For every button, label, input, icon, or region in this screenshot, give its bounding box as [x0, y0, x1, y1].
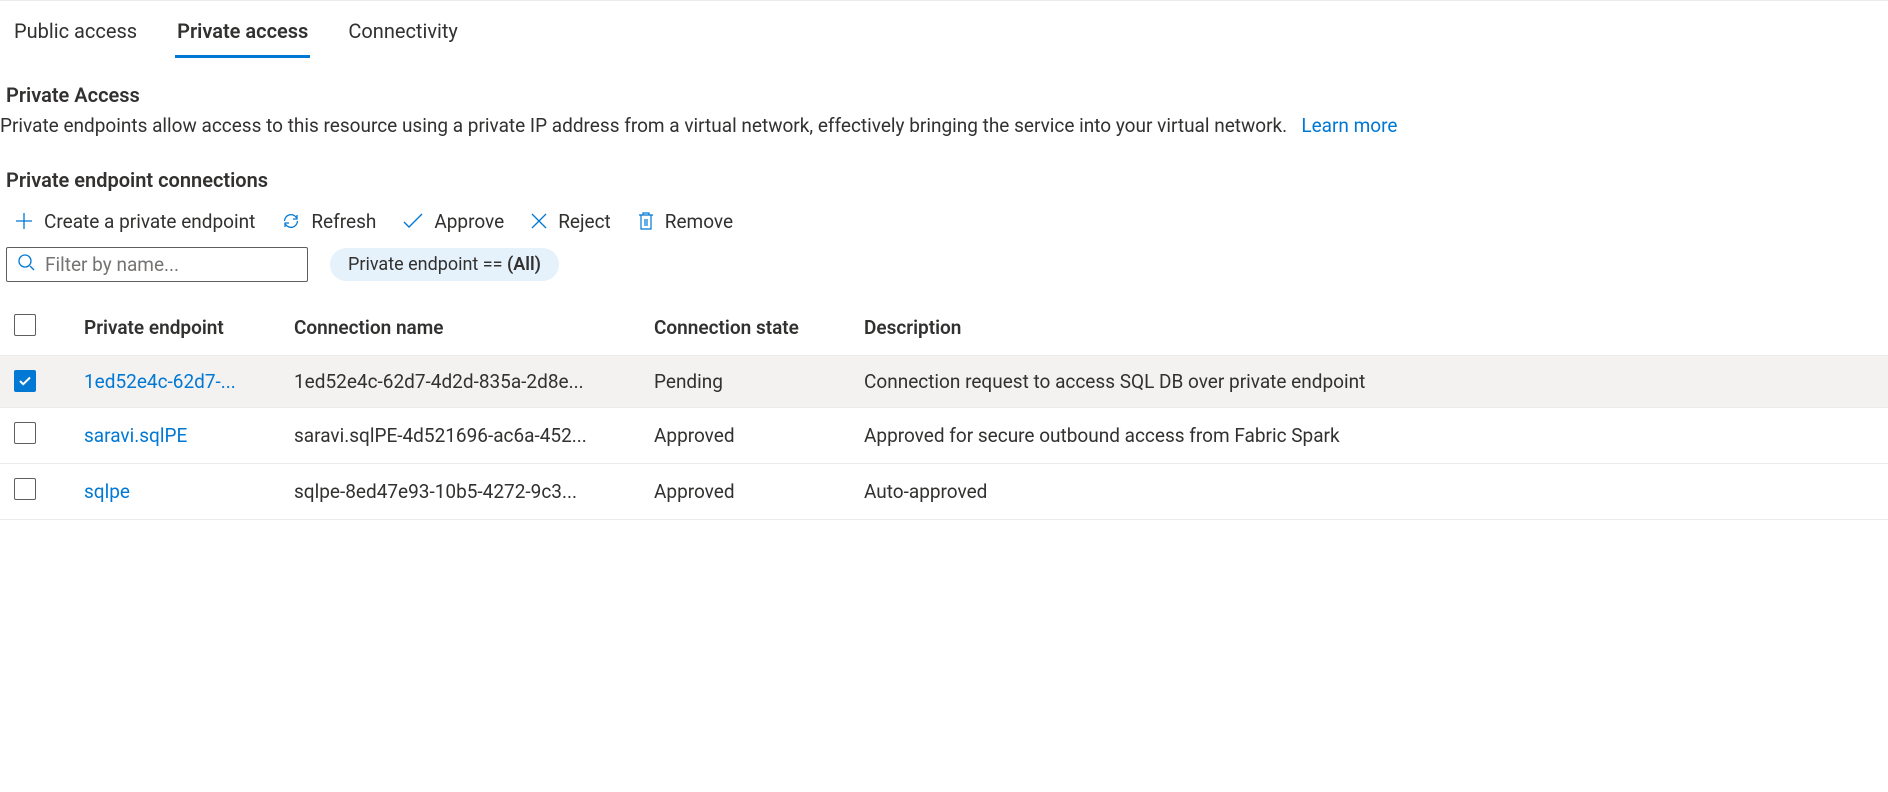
- row-checkbox[interactable]: [14, 370, 36, 392]
- connection-state-cell: Pending: [640, 355, 850, 407]
- remove-button[interactable]: Remove: [637, 210, 733, 233]
- select-all-checkbox[interactable]: [14, 314, 36, 336]
- connection-state-cell: Approved: [640, 463, 850, 519]
- toolbar: Create a private endpoint Refresh Approv…: [0, 202, 1888, 245]
- connection-name-cell: 1ed52e4c-62d7-4d2d-835a-2d8e...: [280, 355, 640, 407]
- reject-button[interactable]: Reject: [530, 210, 611, 233]
- filter-pill-private-endpoint[interactable]: Private endpoint == (All): [330, 248, 559, 281]
- plus-icon: [14, 211, 34, 231]
- description-cell: Connection request to access SQL DB over…: [850, 355, 1888, 407]
- connection-name-cell: saravi.sqlPE-4d521696-ac6a-452...: [280, 407, 640, 463]
- header-connection-state[interactable]: Connection state: [640, 300, 850, 356]
- check-icon: [402, 211, 424, 231]
- search-icon: [17, 253, 35, 275]
- section-description-text: Private endpoints allow access to this r…: [0, 114, 1287, 137]
- header-connection-name[interactable]: Connection name: [280, 300, 640, 356]
- row-checkbox[interactable]: [14, 422, 36, 444]
- approve-button[interactable]: Approve: [402, 210, 504, 233]
- connection-state-cell: Approved: [640, 407, 850, 463]
- private-endpoint-link[interactable]: saravi.sqlPE: [84, 424, 187, 447]
- tab-bar: Public access Private access Connectivit…: [0, 5, 1888, 59]
- description-cell: Auto-approved: [850, 463, 1888, 519]
- private-endpoint-link[interactable]: 1ed52e4c-62d7-...: [84, 370, 236, 393]
- refresh-icon: [281, 211, 301, 231]
- table-row[interactable]: sqlpe sqlpe-8ed47e93-10b5-4272-9c3... Ap…: [0, 463, 1888, 519]
- tab-connectivity[interactable]: Connectivity: [346, 13, 460, 58]
- connection-name-cell: sqlpe-8ed47e93-10b5-4272-9c3...: [280, 463, 640, 519]
- description-cell: Approved for secure outbound access from…: [850, 407, 1888, 463]
- refresh-label: Refresh: [311, 210, 376, 233]
- create-private-endpoint-button[interactable]: Create a private endpoint: [14, 210, 255, 233]
- filter-row: Private endpoint == (All): [0, 245, 1888, 300]
- tab-public-access[interactable]: Public access: [12, 13, 139, 58]
- x-icon: [530, 212, 548, 230]
- filter-input-container[interactable]: [6, 247, 308, 282]
- remove-label: Remove: [665, 210, 733, 233]
- create-label: Create a private endpoint: [44, 210, 255, 233]
- private-endpoint-link[interactable]: sqlpe: [84, 480, 130, 503]
- approve-label: Approve: [434, 210, 504, 233]
- table-row[interactable]: 1ed52e4c-62d7-... 1ed52e4c-62d7-4d2d-835…: [0, 355, 1888, 407]
- reject-label: Reject: [558, 210, 611, 233]
- section-title-private-access: Private Access: [0, 59, 1888, 113]
- section-description: Private endpoints allow access to this r…: [0, 113, 1888, 140]
- filter-by-name-input[interactable]: [45, 253, 297, 276]
- header-description[interactable]: Description: [850, 300, 1888, 356]
- learn-more-link[interactable]: Learn more: [1301, 114, 1397, 137]
- table-row[interactable]: saravi.sqlPE saravi.sqlPE-4d521696-ac6a-…: [0, 407, 1888, 463]
- filter-pill-prefix: Private endpoint ==: [348, 254, 507, 275]
- refresh-button[interactable]: Refresh: [281, 210, 376, 233]
- filter-pill-value: (All): [507, 254, 541, 275]
- section-title-connections: Private endpoint connections: [0, 140, 1888, 202]
- header-private-endpoint[interactable]: Private endpoint: [70, 300, 280, 356]
- row-checkbox[interactable]: [14, 478, 36, 500]
- connections-table: Private endpoint Connection name Connect…: [0, 300, 1888, 520]
- trash-icon: [637, 211, 655, 231]
- tab-private-access[interactable]: Private access: [175, 13, 310, 58]
